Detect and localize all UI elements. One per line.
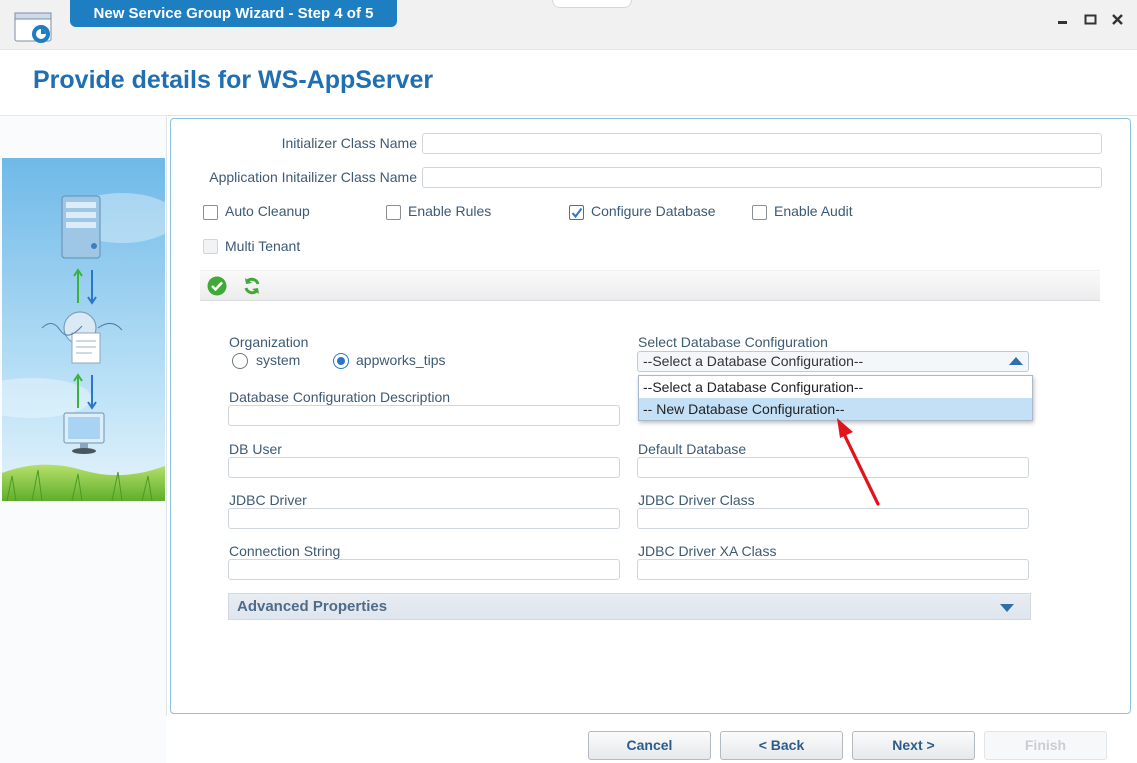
database-toolbar	[200, 270, 1100, 301]
title-bar: New Service Group Wizard - Step 4 of 5	[0, 0, 1137, 50]
db-config-description-label: Database Configuration Description	[229, 389, 451, 405]
window-title: New Service Group Wizard - Step 4 of 5	[70, 0, 397, 27]
db-user-label: DB User	[229, 441, 282, 457]
enable-audit-checkbox[interactable]	[752, 205, 767, 220]
db-config-description-input[interactable]	[228, 405, 620, 426]
multi-tenant-label: Multi Tenant	[225, 238, 301, 254]
organization-label: Organization	[229, 334, 309, 350]
app-initializer-class-input[interactable]	[422, 167, 1102, 188]
db-config-select[interactable]: --Select a Database Configuration--	[637, 351, 1029, 372]
advanced-properties-label: Advanced Properties	[237, 598, 388, 615]
dropdown-option-new-config[interactable]: -- New Database Configuration--	[639, 398, 1032, 420]
chevron-up-icon	[1009, 357, 1023, 365]
jdbc-driver-label: JDBC Driver	[229, 492, 307, 508]
chevron-down-icon	[1000, 604, 1014, 612]
checkmark-icon	[571, 207, 583, 219]
configure-database-label: Configure Database	[591, 203, 716, 219]
dropdown-option-select[interactable]: --Select a Database Configuration--	[639, 376, 1032, 398]
enable-audit-label: Enable Audit	[774, 203, 853, 219]
initializer-class-label: Initializer Class Name	[281, 135, 417, 151]
org-appworks-label: appworks_tips	[356, 352, 446, 368]
maximize-icon[interactable]	[1082, 10, 1100, 28]
configure-database-checkbox[interactable]	[569, 205, 584, 220]
app-initializer-class-label: Application Initailizer Class Name	[209, 169, 417, 185]
auto-cleanup-checkbox[interactable]	[203, 205, 218, 220]
refresh-icon[interactable]	[242, 276, 262, 296]
db-user-input[interactable]	[228, 457, 620, 478]
jdbc-xa-class-label: JDBC Driver XA Class	[638, 543, 777, 559]
jdbc-driver-class-input[interactable]	[637, 508, 1029, 529]
org-appworks-radio[interactable]	[333, 353, 349, 369]
minimize-icon[interactable]	[1054, 10, 1072, 28]
auto-cleanup-label: Auto Cleanup	[225, 203, 310, 219]
initializer-class-input[interactable]	[422, 133, 1102, 154]
back-button[interactable]: < Back	[720, 731, 843, 760]
jdbc-driver-class-label: JDBC Driver Class	[638, 492, 755, 508]
default-database-input[interactable]	[637, 457, 1029, 478]
jdbc-xa-class-input[interactable]	[637, 559, 1029, 580]
db-config-dropdown-list: --Select a Database Configuration-- -- N…	[638, 375, 1033, 421]
cancel-button[interactable]: Cancel	[588, 731, 711, 760]
enable-rules-label: Enable Rules	[408, 203, 492, 219]
org-system-label: system	[256, 352, 301, 368]
top-handle	[552, 0, 632, 8]
wizard-illustration-image	[0, 158, 177, 502]
app-window-icon	[14, 12, 54, 44]
default-database-label: Default Database	[638, 441, 747, 457]
enable-rules-checkbox[interactable]	[386, 205, 401, 220]
org-system-radio[interactable]	[232, 353, 248, 369]
page-title: Provide details for WS-AppServer	[33, 66, 434, 94]
select-db-config-label: Select Database Configuration	[638, 334, 828, 350]
finish-button[interactable]: Finish	[984, 731, 1107, 760]
connection-string-label: Connection String	[229, 543, 341, 559]
multi-tenant-checkbox[interactable]	[203, 239, 218, 254]
jdbc-driver-input[interactable]	[228, 508, 620, 529]
connection-string-input[interactable]	[228, 559, 620, 580]
db-config-select-value: --Select a Database Configuration--	[643, 353, 864, 369]
advanced-properties-panel[interactable]: Advanced Properties	[228, 593, 1031, 620]
close-icon[interactable]	[1109, 10, 1127, 28]
next-button[interactable]: Next >	[852, 731, 975, 760]
check-circle-icon[interactable]	[207, 276, 227, 296]
